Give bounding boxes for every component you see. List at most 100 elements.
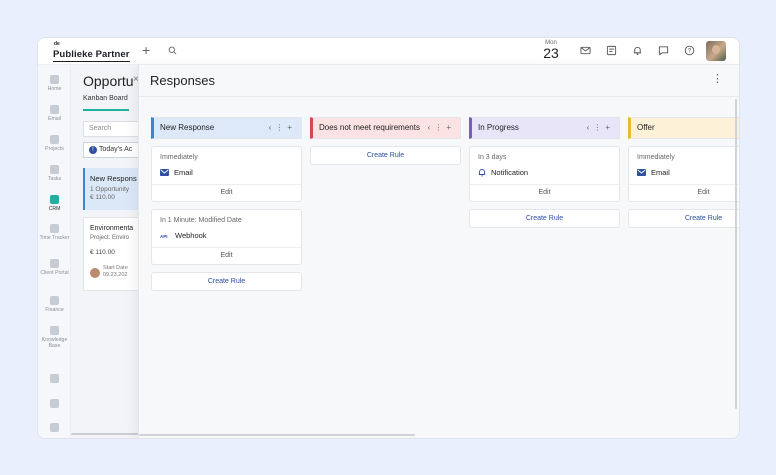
settings-icon xyxy=(50,399,59,408)
rule-action: Email xyxy=(152,161,301,184)
home-icon xyxy=(50,75,59,84)
column-controls[interactable]: ‹⋮+ xyxy=(587,123,614,132)
email-icon xyxy=(160,169,169,176)
rule-card[interactable]: In 1 Minute: Modified Date API Webhook E… xyxy=(151,209,302,265)
logo-prefix: de xyxy=(54,41,60,47)
horizontal-scrollbar[interactable] xyxy=(139,434,415,436)
card-project: Project: Enviro xyxy=(90,235,130,241)
scrollbar[interactable] xyxy=(71,433,141,435)
tasks-icon xyxy=(50,165,59,174)
bell-icon[interactable] xyxy=(632,45,643,56)
todays-activities-filter[interactable]: ! Today's Ac xyxy=(83,142,143,158)
left-nav: Home Email Projects Tasks CRM Time Track… xyxy=(38,65,71,438)
email-icon xyxy=(50,105,59,114)
edit-button[interactable]: Edit xyxy=(470,184,619,201)
add-icon[interactable]: + xyxy=(142,43,150,57)
create-rule-button[interactable]: Create Rule xyxy=(469,209,620,228)
stage-title: New Respons xyxy=(90,174,137,183)
date-day: 23 xyxy=(543,45,559,61)
logo-text: Publieke Partner xyxy=(53,49,130,62)
email-icon xyxy=(637,169,646,176)
search-icon[interactable] xyxy=(168,46,177,55)
integrations-icon xyxy=(50,423,59,432)
rule-card[interactable]: Immediately Email Edit xyxy=(151,146,302,202)
date-widget[interactable]: Mon 23 xyxy=(540,40,562,60)
column-new-response: New Response ‹⋮+ Immediately Email Edit … xyxy=(151,117,302,291)
top-bar: de Publieke Partner + Mon 23 ? xyxy=(38,38,739,65)
nav-label: Knowledge Base xyxy=(41,337,68,349)
column-controls[interactable]: ‹⋮+ xyxy=(269,123,296,132)
column-offer: Offer Immediately Email Edit Create Rule xyxy=(628,117,739,228)
nav-projects[interactable]: Projects xyxy=(38,135,71,152)
user-avatar[interactable] xyxy=(706,41,726,61)
nav-time-tracker[interactable]: Time Tracker xyxy=(38,224,71,241)
avatar xyxy=(90,268,100,278)
tab-kanban-board[interactable]: Kanban Board xyxy=(83,95,129,111)
rule-card[interactable]: In 3 days Notification Edit xyxy=(469,146,620,202)
create-rule-button[interactable]: Create Rule xyxy=(151,272,302,291)
card-amount: € 110.00 xyxy=(90,249,115,256)
stage-count: 1 Opportunity xyxy=(90,186,130,193)
info-icon: ! xyxy=(89,146,97,154)
stage-new-response[interactable]: New Respons 1 Opportunity € 110.00 xyxy=(83,168,143,210)
nav-extra-2[interactable] xyxy=(38,399,71,410)
page-title: Opportu xyxy=(83,73,134,89)
stage-amount: € 110.00 xyxy=(90,194,115,201)
help-icon[interactable]: ? xyxy=(684,45,695,56)
nav-label: Home xyxy=(47,86,62,92)
column-title: Does not meet requirements xyxy=(319,123,420,132)
rule-trigger: In 3 days xyxy=(478,154,507,161)
edit-button[interactable]: Edit xyxy=(152,247,301,264)
more-options-icon[interactable]: ⋮ xyxy=(712,74,723,85)
nav-extra-1[interactable] xyxy=(38,374,71,385)
projects-icon xyxy=(50,135,59,144)
app-window: de Publieke Partner + Mon 23 ? Home Emai… xyxy=(37,37,740,439)
responses-header: Responses ⋮ xyxy=(139,65,739,97)
opportunities-panel: Opportu × Kanban Board Search ! Today's A… xyxy=(71,65,143,438)
logo[interactable]: de Publieke Partner xyxy=(53,41,130,62)
rule-action: Notification xyxy=(470,161,619,184)
rule-card[interactable]: Immediately Email Edit xyxy=(628,146,739,202)
knowledge-icon xyxy=(50,326,59,335)
apps-icon xyxy=(50,374,59,383)
column-header: New Response ‹⋮+ xyxy=(151,117,302,139)
column-controls[interactable]: ‹⋮+ xyxy=(428,123,455,132)
create-rule-button[interactable]: Create Rule xyxy=(628,209,739,228)
column-header: Does not meet requirements ‹⋮+ xyxy=(310,117,461,139)
rule-trigger: Immediately xyxy=(160,154,198,161)
nav-email[interactable]: Email xyxy=(38,105,71,122)
portal-icon xyxy=(50,259,59,268)
opportunity-card[interactable]: Environmenta Project: Enviro € 110.00 St… xyxy=(83,217,143,291)
responses-panel: Responses ⋮ New Response ‹⋮+ Immediately… xyxy=(138,65,739,438)
column-title: New Response xyxy=(160,123,215,132)
column-in-progress: In Progress ‹⋮+ In 3 days Notification E… xyxy=(469,117,620,228)
notes-icon[interactable] xyxy=(606,45,617,56)
column-title: Offer xyxy=(637,123,655,132)
mail-icon[interactable] xyxy=(580,45,591,56)
nav-crm[interactable]: CRM xyxy=(38,195,71,212)
nav-label: Projects xyxy=(45,146,64,152)
edit-button[interactable]: Edit xyxy=(629,184,739,201)
nav-home[interactable]: Home xyxy=(38,75,71,92)
nav-label: Finance xyxy=(45,307,64,313)
nav-knowledge-base[interactable]: Knowledge Base xyxy=(38,326,71,349)
svg-text:?: ? xyxy=(688,49,692,55)
vertical-scrollbar[interactable] xyxy=(735,99,737,409)
nav-tasks[interactable]: Tasks xyxy=(38,165,71,182)
nav-extra-3[interactable] xyxy=(38,423,71,434)
nav-client-portal[interactable]: Client Portal xyxy=(38,259,71,276)
edit-button[interactable]: Edit xyxy=(152,184,301,201)
nav-finance[interactable]: Finance xyxy=(38,296,71,313)
search-input[interactable]: Search xyxy=(83,121,143,137)
rule-action: Email xyxy=(629,161,739,184)
rule-trigger: Immediately xyxy=(637,154,675,161)
create-rule-button[interactable]: Create Rule xyxy=(310,146,461,165)
card-start-date: Start Date 09.23.202 xyxy=(103,265,128,278)
nav-label: CRM xyxy=(48,206,61,212)
rule-trigger: In 1 Minute: Modified Date xyxy=(160,217,242,224)
panel-title: Responses xyxy=(150,73,216,88)
nav-label: Client Portal xyxy=(40,270,69,276)
chat-icon[interactable] xyxy=(658,45,669,56)
crm-icon xyxy=(50,195,59,204)
column-header: In Progress ‹⋮+ xyxy=(469,117,620,139)
